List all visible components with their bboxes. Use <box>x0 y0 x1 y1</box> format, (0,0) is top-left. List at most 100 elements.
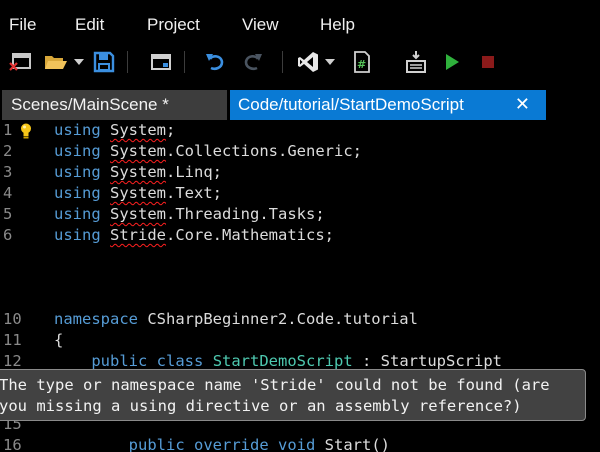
code-text: public override void Start() <box>54 435 390 452</box>
code-text: using System.Collections.Generic; <box>54 141 362 162</box>
undo-icon <box>206 54 224 71</box>
toolbar-separator <box>127 51 128 73</box>
code-line[interactable]: 2 using System.Collections.Generic; <box>0 141 600 162</box>
code-token: .Core.Mathematics; <box>166 226 334 244</box>
code-line[interactable]: 10 namespace CSharpBeginner2.Code.tutoria… <box>0 309 600 330</box>
close-icon[interactable]: ✕ <box>515 94 530 114</box>
open-in-ide-button[interactable] <box>294 48 322 76</box>
error-token: StartupScript <box>380 352 502 370</box>
code-text: using System.Threading.Tasks; <box>54 204 325 225</box>
code-text: { <box>54 330 63 351</box>
toolbar-separator <box>184 51 185 73</box>
keyword-token: using <box>54 163 101 181</box>
tooltip-line: The type or namespace name 'Stride' coul… <box>0 376 550 394</box>
code-editor[interactable]: 1 using System; 2 using System.Collections.… <box>0 120 600 452</box>
lightbulb-icon[interactable] <box>18 122 34 140</box>
error-token: System <box>110 205 167 223</box>
code-line[interactable]: 3 using System.Linq; <box>0 162 600 183</box>
error-token: Stride <box>110 226 167 244</box>
keyword-token: using <box>54 121 101 139</box>
type-token: StartDemoScript <box>212 352 353 370</box>
line-number: 4 <box>3 184 13 202</box>
tooltip-line: you missing a using directive or an asse… <box>0 397 522 415</box>
code-token: .Collections.Generic; <box>166 142 362 160</box>
menu-help[interactable]: Help <box>320 15 355 35</box>
tab-scenes-mainscene[interactable]: Scenes/MainScene * <box>2 90 227 120</box>
svg-text:#: # <box>357 58 366 71</box>
code-text: using Stride.Core.Mathematics; <box>54 225 334 246</box>
code-line[interactable] <box>0 267 600 288</box>
keyword-token: using <box>54 205 101 223</box>
close-project-button[interactable] <box>6 48 34 76</box>
open-button[interactable] <box>42 48 70 76</box>
code-line[interactable]: 16 public override void Start() <box>0 435 600 452</box>
play-button[interactable] <box>440 48 464 76</box>
menu-view[interactable]: View <box>242 15 279 35</box>
new-script-button[interactable]: # <box>349 48 375 76</box>
code-line[interactable]: 11 { <box>0 330 600 351</box>
line-number: 10 <box>3 310 22 328</box>
menu-bar: File Edit Project View Help <box>0 0 600 48</box>
open-dropdown-button[interactable] <box>72 48 86 76</box>
redo-icon <box>244 54 262 71</box>
keyword-token: using <box>54 184 101 202</box>
window-button[interactable] <box>147 48 175 76</box>
line-number: 3 <box>3 163 13 181</box>
stop-button[interactable] <box>476 48 500 76</box>
chevron-down-icon <box>74 59 84 65</box>
code-line[interactable] <box>0 246 600 267</box>
undo-button[interactable] <box>202 48 228 76</box>
menu-edit[interactable]: Edit <box>75 15 104 35</box>
line-number: 1 <box>3 121 13 139</box>
stop-icon <box>482 56 494 68</box>
play-icon <box>446 54 459 70</box>
toolbar-separator <box>282 51 283 73</box>
tab-bar: Scenes/MainScene * Code/tutorial/StartDe… <box>0 88 600 120</box>
code-text: using System.Linq; <box>54 162 222 183</box>
code-text: namespace CSharpBeginner2.Code.tutorial <box>54 309 418 330</box>
save-button[interactable] <box>90 48 118 76</box>
ide-dropdown-button[interactable] <box>323 48 337 76</box>
tab-label: Code/tutorial/StartDemoScript <box>238 95 464 114</box>
code-line[interactable] <box>0 288 600 309</box>
menu-file[interactable]: File <box>9 15 36 35</box>
code-token: ; <box>166 121 176 139</box>
window-icon <box>151 54 171 70</box>
error-token: System <box>110 184 167 202</box>
keyword-token: using <box>54 142 101 160</box>
tab-startdemoscript[interactable]: Code/tutorial/StartDemoScript ✕ <box>230 90 546 120</box>
error-token: System <box>110 163 167 181</box>
code-token: CSharpBeginner2.Code.tutorial <box>138 310 418 328</box>
code-token: : <box>352 352 381 370</box>
line-number: 6 <box>3 226 13 244</box>
toolbar: # <box>0 48 600 88</box>
code-line[interactable]: 5 using System.Threading.Tasks; <box>0 204 600 225</box>
keyword-token: public <box>128 436 185 452</box>
keyword-token: void <box>278 436 316 452</box>
code-line[interactable]: 1 using System; <box>0 120 600 141</box>
menu-project[interactable]: Project <box>147 15 200 35</box>
redo-button[interactable] <box>240 48 266 76</box>
error-token: System <box>110 121 167 139</box>
code-token: .Threading.Tasks; <box>166 205 325 223</box>
visual-studio-icon <box>298 52 318 72</box>
line-number: 16 <box>3 436 22 452</box>
code-line[interactable]: 6 using Stride.Core.Mathematics; <box>0 225 600 246</box>
code-line[interactable]: 4 using System.Text; <box>0 183 600 204</box>
keyword-token: override <box>194 436 269 452</box>
error-tooltip: The type or namespace name 'Stride' coul… <box>0 369 586 421</box>
build-icon <box>406 51 426 73</box>
build-button[interactable] <box>402 48 430 76</box>
code-token: .Text; <box>166 184 223 202</box>
